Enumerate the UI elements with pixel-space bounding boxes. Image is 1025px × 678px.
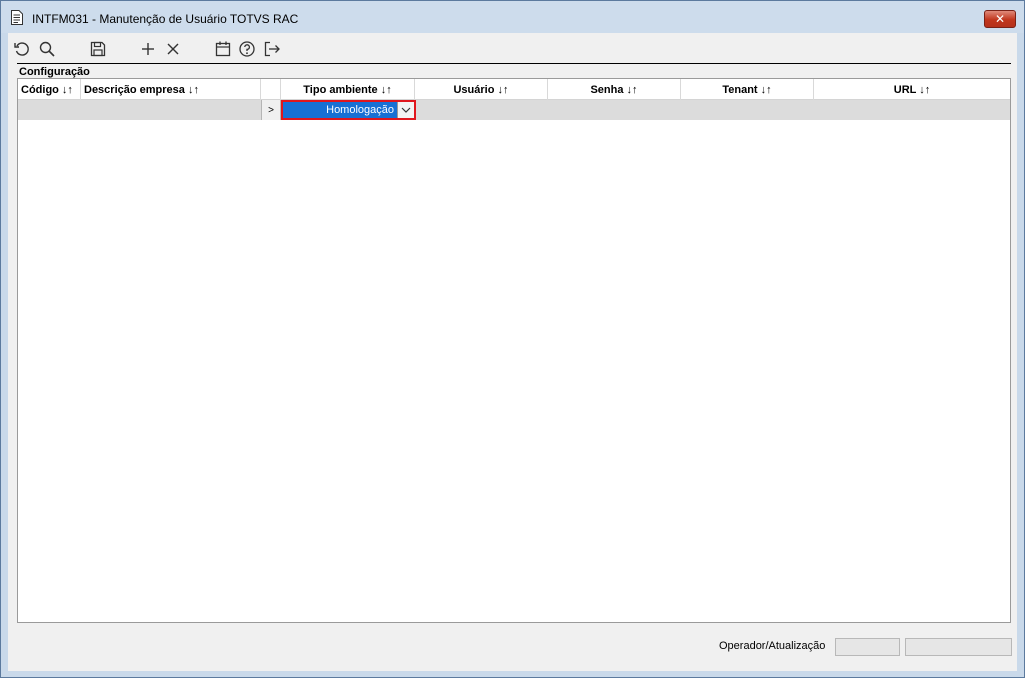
calendar-icon[interactable] — [213, 39, 233, 59]
add-icon[interactable] — [138, 39, 158, 59]
refresh-icon[interactable] — [12, 39, 32, 59]
tipo-ambiente-value: Homologação — [326, 104, 394, 116]
window-title: INTFM031 - Manutenção de Usuário TOTVS R… — [32, 12, 299, 26]
operador-field — [835, 638, 900, 656]
operador-atualizacao-label: Operador/Atualização — [719, 640, 826, 652]
search-icon[interactable] — [37, 39, 57, 59]
chevron-down-icon[interactable] — [397, 102, 414, 118]
column-header-tipo-ambiente[interactable]: Tipo ambiente ↓↑ — [281, 79, 415, 100]
title-bar[interactable]: INTFM031 - Manutenção de Usuário TOTVS R… — [1, 1, 1024, 33]
tipo-ambiente-select[interactable]: Homologação — [281, 100, 416, 120]
document-icon — [11, 10, 23, 25]
delete-icon[interactable] — [163, 39, 183, 59]
row-indicator: > — [261, 100, 281, 120]
column-header-tenant[interactable]: Tenant ↓↑ — [681, 79, 814, 100]
toolbar — [8, 37, 1017, 61]
atualizacao-field — [905, 638, 1012, 656]
column-header-codigo[interactable]: Código ↓↑ — [18, 79, 81, 100]
config-grid[interactable]: Código ↓↑ Descrição empresa ↓↑ Tipo ambi… — [17, 78, 1011, 623]
main-window: INTFM031 - Manutenção de Usuário TOTVS R… — [0, 0, 1025, 678]
section-title: Configuração — [19, 66, 90, 78]
exit-icon[interactable] — [262, 39, 282, 59]
column-header-indicator — [261, 79, 281, 100]
table-row[interactable]: > Homologação — [18, 100, 1010, 120]
section-divider — [17, 63, 1011, 64]
grid-header: Código ↓↑ Descrição empresa ↓↑ Tipo ambi… — [18, 79, 1010, 100]
save-icon[interactable] — [88, 39, 108, 59]
column-header-usuario[interactable]: Usuário ↓↑ — [415, 79, 548, 100]
help-icon[interactable] — [237, 39, 257, 59]
close-button[interactable]: ✕ — [984, 10, 1016, 28]
column-header-url[interactable]: URL ↓↑ — [814, 79, 1010, 100]
column-header-descricao[interactable]: Descrição empresa ↓↑ — [81, 79, 261, 100]
column-header-senha[interactable]: Senha ↓↑ — [548, 79, 681, 100]
client-area: Configuração Código ↓↑ Descrição empresa… — [8, 33, 1017, 671]
